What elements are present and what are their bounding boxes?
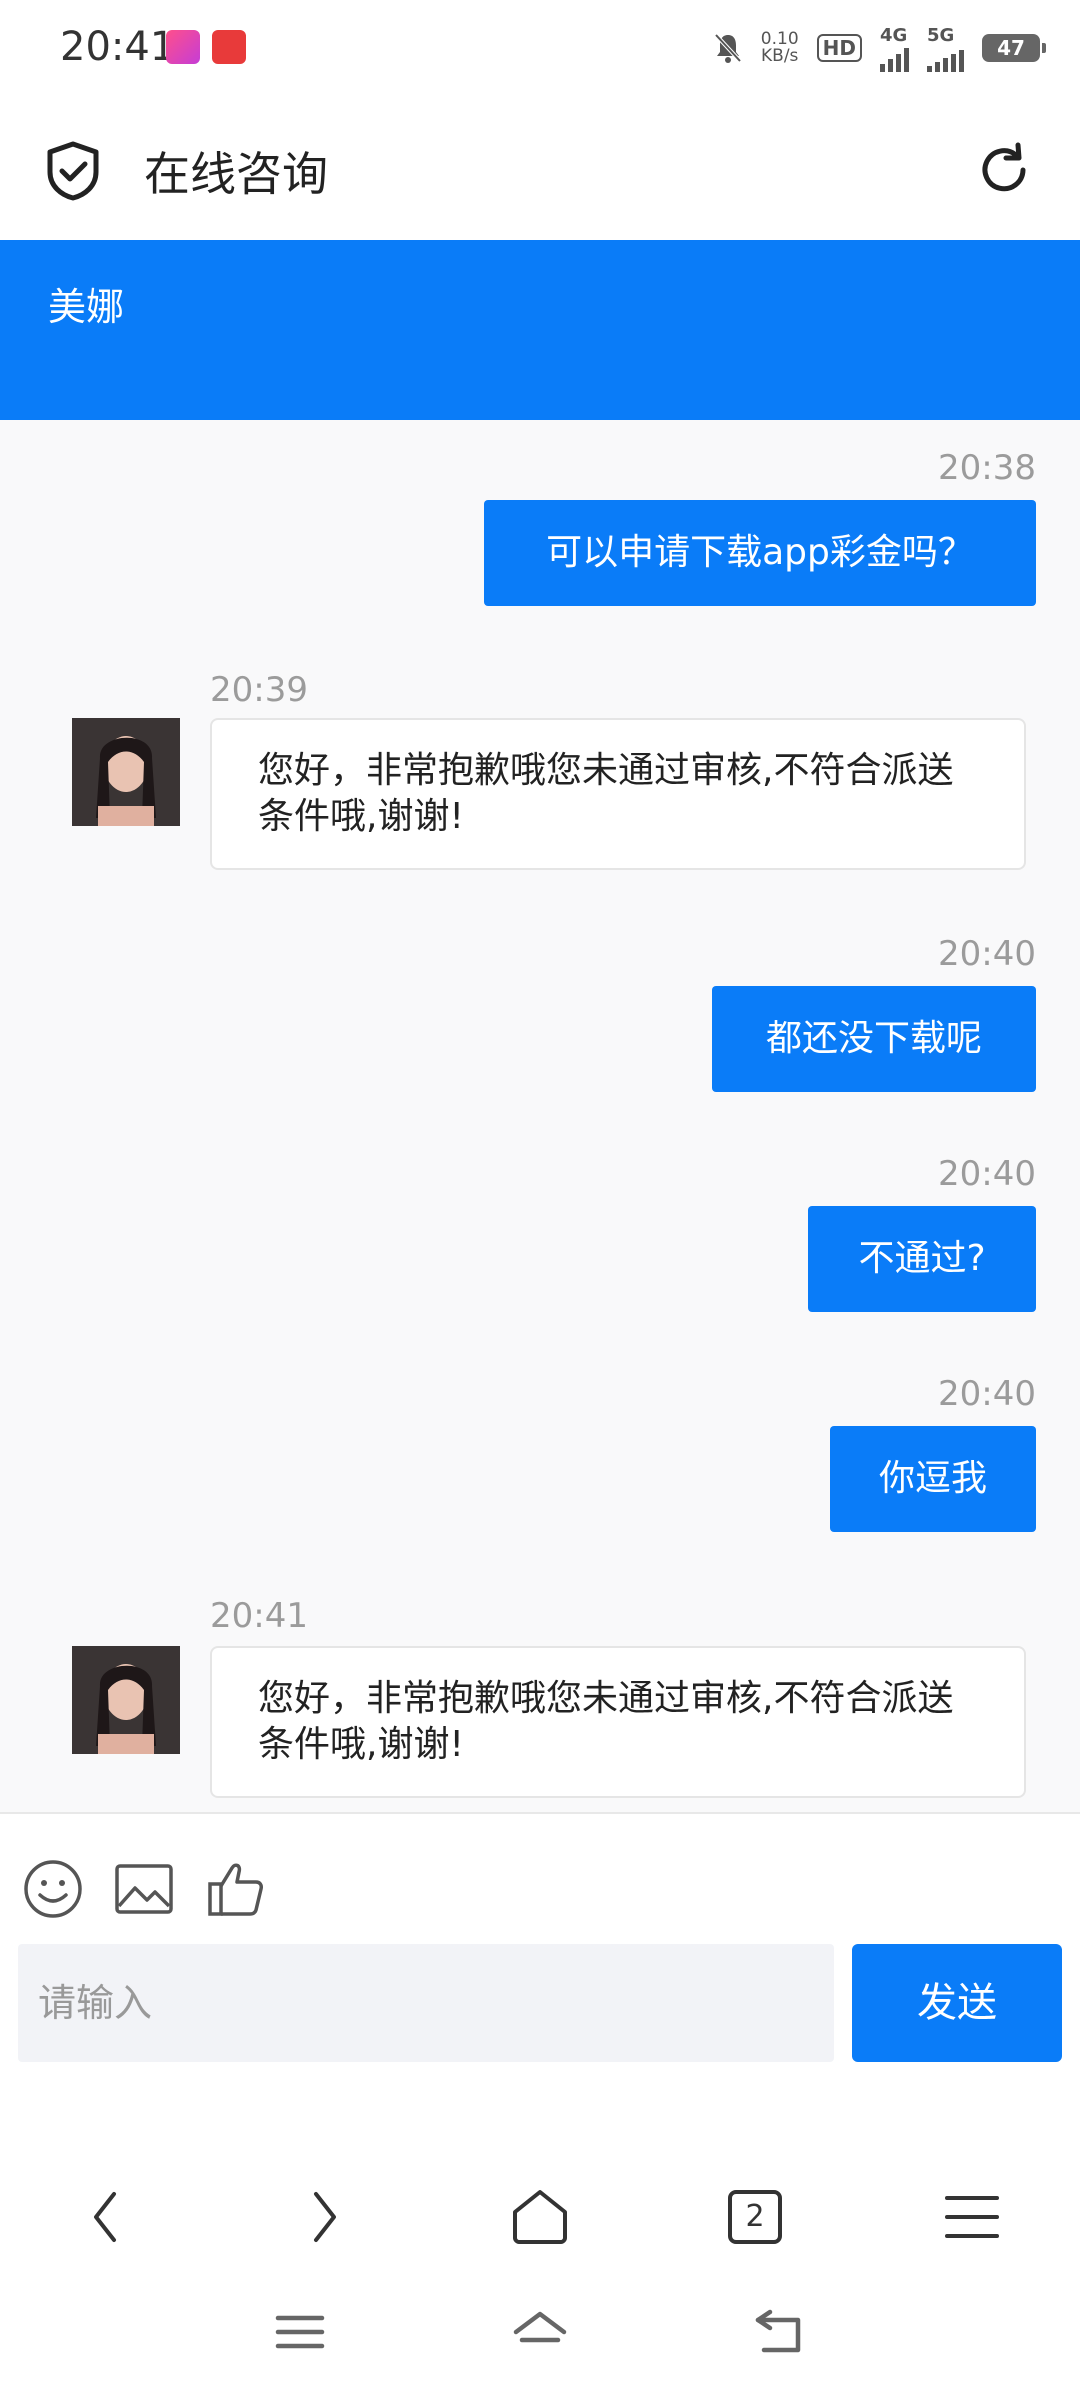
tab-count: 2 bbox=[745, 2199, 765, 2234]
signal-4g: 4G bbox=[880, 25, 909, 72]
chat-messages[interactable]: 20:38 可以申请下载app彩金吗？ 20:39 您好，非常抱歉哦您未通过审核… bbox=[0, 420, 1080, 1812]
status-indicators: 0.10 KB/s HD 4G 5G 47 bbox=[713, 25, 1046, 72]
browser-toolbar: 2 bbox=[0, 2072, 1080, 2258]
app-notification-icon-2 bbox=[212, 30, 246, 64]
battery-indicator: 47 bbox=[982, 34, 1046, 62]
mute-bell-icon bbox=[714, 33, 742, 63]
image-icon[interactable] bbox=[113, 1858, 175, 1920]
message-time: 20:40 bbox=[938, 1154, 1036, 1194]
tabs-button[interactable]: 2 bbox=[720, 2182, 790, 2252]
incoming-message[interactable]: 您好，非常抱歉哦您未通过审核,不符合派送条件哦,谢谢! bbox=[210, 718, 1026, 870]
status-time: 20:41 bbox=[60, 24, 176, 70]
menu-icon[interactable] bbox=[937, 2182, 1007, 2252]
recents-icon[interactable] bbox=[270, 2302, 330, 2362]
outgoing-message[interactable]: 你逗我 bbox=[830, 1426, 1036, 1532]
signal-5g-label: 5G bbox=[927, 24, 955, 46]
agent-avatar[interactable] bbox=[72, 1646, 180, 1754]
message-time: 20:38 bbox=[938, 448, 1036, 488]
net-speed-unit: KB/s bbox=[761, 46, 799, 66]
outgoing-message[interactable]: 不通过? bbox=[808, 1206, 1036, 1312]
back-chevron-icon[interactable] bbox=[72, 2182, 142, 2252]
signal-bars-icon bbox=[880, 46, 909, 72]
shield-check-icon[interactable] bbox=[44, 140, 102, 202]
incoming-message[interactable]: 您好，非常抱歉哦您未通过审核,不符合派送条件哦,谢谢! bbox=[210, 1646, 1026, 1798]
thumbs-up-icon[interactable] bbox=[204, 1858, 266, 1920]
smiley-icon[interactable] bbox=[22, 1858, 84, 1920]
message-input[interactable] bbox=[18, 1944, 834, 2062]
send-button[interactable]: 发送 bbox=[852, 1944, 1062, 2062]
system-nav-bar bbox=[0, 2258, 1080, 2404]
message-time: 20:39 bbox=[210, 670, 308, 710]
signal-4g-label: 4G bbox=[880, 24, 908, 46]
refresh-icon[interactable] bbox=[974, 140, 1034, 200]
status-bar: 20:41 0.10 KB/s HD 4G 5G 47 bbox=[0, 0, 1080, 100]
agent-banner: 美娜 bbox=[0, 240, 1080, 420]
page-title: 在线咨询 bbox=[144, 147, 328, 201]
message-time: 20:41 bbox=[210, 1596, 308, 1636]
outgoing-message[interactable]: 都还没下载呢 bbox=[712, 986, 1036, 1092]
message-composer: 发送 bbox=[0, 1812, 1080, 2074]
signal-5g: 5G bbox=[927, 25, 964, 72]
net-speed: 0.10 KB/s bbox=[761, 31, 799, 65]
app-notification-icon bbox=[166, 30, 200, 64]
system-back-icon[interactable] bbox=[750, 2302, 810, 2362]
message-time: 20:40 bbox=[938, 934, 1036, 974]
message-time: 20:40 bbox=[938, 1374, 1036, 1414]
home-icon[interactable] bbox=[505, 2182, 575, 2252]
agent-name: 美娜 bbox=[48, 285, 125, 329]
app-header: 在线咨询 bbox=[0, 100, 1080, 240]
hd-badge: HD bbox=[816, 34, 862, 62]
outgoing-message[interactable]: 可以申请下载app彩金吗？ bbox=[484, 500, 1036, 606]
forward-chevron-icon[interactable] bbox=[288, 2182, 358, 2252]
system-home-icon[interactable] bbox=[510, 2302, 570, 2362]
signal-bars-icon-2 bbox=[927, 46, 964, 72]
agent-avatar[interactable] bbox=[72, 718, 180, 826]
